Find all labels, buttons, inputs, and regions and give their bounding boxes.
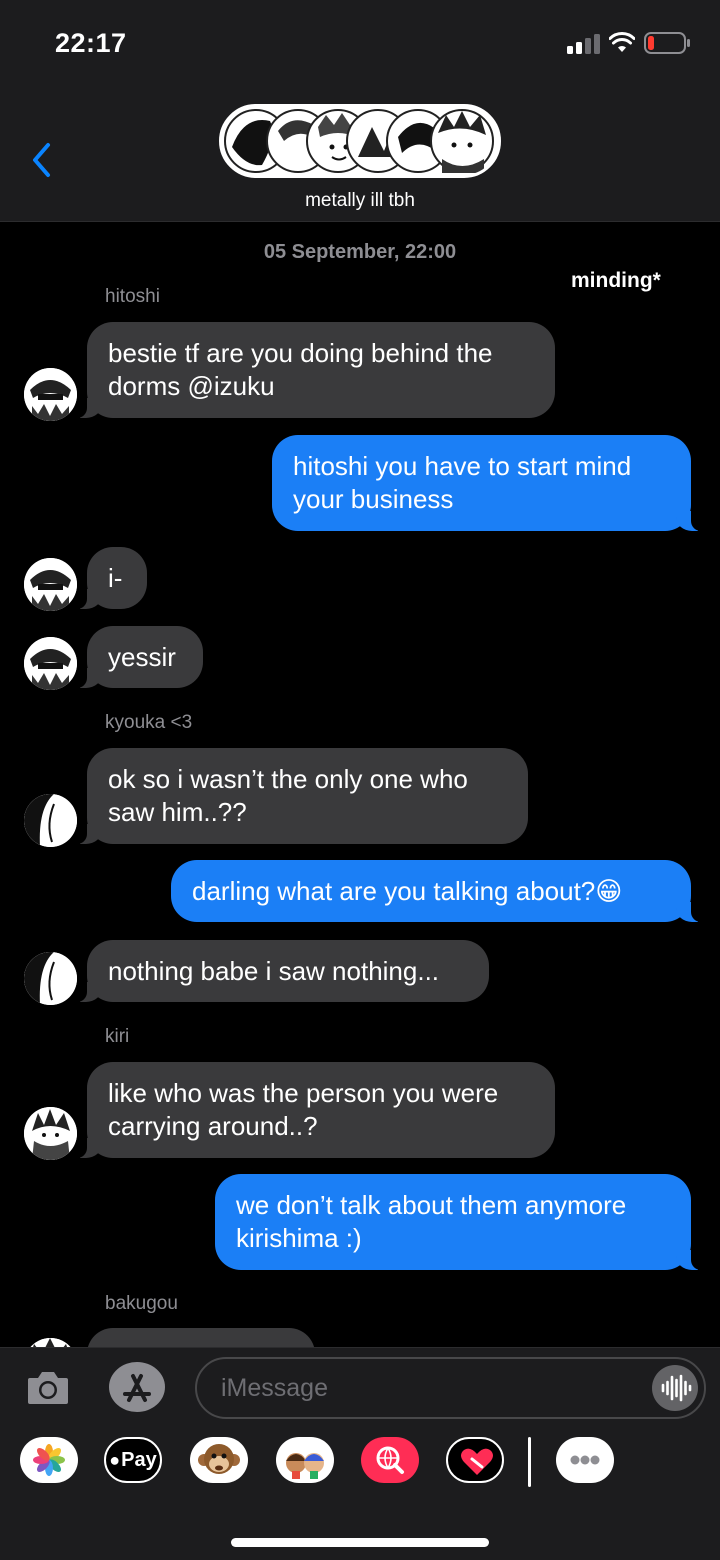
message-text: nothing babe i saw nothing... — [108, 956, 440, 986]
photos-icon[interactable] — [20, 1437, 78, 1483]
message-text: ok so i wasn’t the only one who saw him.… — [108, 764, 468, 827]
message-text: we don’t talk about them anymore kirishi… — [236, 1190, 627, 1253]
avatar-kiri[interactable] — [24, 1107, 77, 1160]
sender-name-kiri: kiri — [105, 1026, 130, 1047]
app-drawer: ● Pay — [0, 1427, 720, 1560]
composer-bar — [0, 1347, 720, 1427]
incoming-message-bubble[interactable]: bestie tf are you doing behind the dorms… — [71, 322, 555, 418]
overlay-annotation: minding* — [571, 269, 661, 292]
app-store-icon — [123, 1374, 151, 1402]
message-text: darling what are you talking about?😁 — [192, 876, 623, 906]
incoming-message-bubble[interactable]: ok so i wasn’t the only one who saw him.… — [71, 748, 528, 844]
waveform-icon — [661, 1374, 692, 1402]
sender-name-hitoshi: hitoshi — [105, 286, 160, 307]
outgoing-message-bubble[interactable]: hitoshi you have to start mind your busi… — [272, 435, 707, 531]
web-search-icon[interactable] — [361, 1437, 419, 1483]
camera-icon[interactable] — [26, 1368, 70, 1406]
message-text: bestie tf are you doing behind the dorms… — [108, 338, 493, 401]
drawer-divider — [528, 1437, 531, 1487]
sender-name-kyouka: kyouka <3 — [105, 712, 193, 733]
apple-pay-label: ● Pay — [109, 1448, 157, 1471]
message-text: yessir — [108, 642, 176, 672]
message-text: i- — [108, 563, 123, 593]
animoji-icon[interactable] — [190, 1437, 248, 1483]
outgoing-message-bubble[interactable]: darling what are you talking about?😁 — [171, 860, 707, 922]
avatar-kyouka[interactable] — [24, 794, 77, 847]
avatar-hitoshi[interactable] — [24, 558, 77, 611]
more-icon[interactable] — [556, 1437, 614, 1483]
imessage-field[interactable] — [195, 1357, 706, 1419]
message-text: like who was the person you were carryin… — [108, 1078, 499, 1141]
app-store-button[interactable] — [109, 1362, 165, 1412]
avatar-hitoshi[interactable] — [24, 637, 77, 690]
back-chevron-icon[interactable] — [28, 140, 54, 180]
message-input[interactable] — [221, 1369, 641, 1407]
apple-pay-icon[interactable]: ● Pay — [104, 1437, 162, 1483]
group-name[interactable]: metally ill tbh — [0, 190, 720, 212]
audio-message-button[interactable] — [652, 1365, 698, 1411]
wifi-icon — [609, 32, 635, 52]
memoji-icon[interactable] — [276, 1437, 334, 1483]
avatar-kyouka[interactable] — [24, 952, 77, 1005]
group-avatar-strip[interactable] — [219, 104, 501, 178]
conversation-header: 22:17 metally ill tbh — [0, 0, 720, 222]
incoming-message-bubble[interactable]: yessir — [71, 626, 203, 688]
apple-logo-icon: ● — [109, 1449, 121, 1470]
sender-name-bakugou: bakugou — [105, 1293, 178, 1314]
incoming-message-bubble[interactable]: i- — [71, 547, 147, 609]
status-time: 22:17 — [55, 28, 127, 58]
battery-icon — [644, 32, 690, 54]
home-indicator[interactable] — [231, 1538, 489, 1547]
digital-touch-icon[interactable] — [446, 1437, 504, 1483]
message-text: hitoshi you have to start mind your busi… — [293, 451, 632, 514]
incoming-message-bubble[interactable]: like who was the person you were carryin… — [71, 1062, 555, 1158]
message-timestamp: 05 September, 22:00 — [263, 241, 457, 263]
avatar-hitoshi[interactable] — [24, 368, 77, 421]
outgoing-message-bubble[interactable]: we don’t talk about them anymore kirishi… — [215, 1174, 707, 1270]
incoming-message-bubble[interactable]: nothing babe i saw nothing... — [71, 940, 489, 1002]
cellular-signal-icon — [567, 34, 601, 54]
